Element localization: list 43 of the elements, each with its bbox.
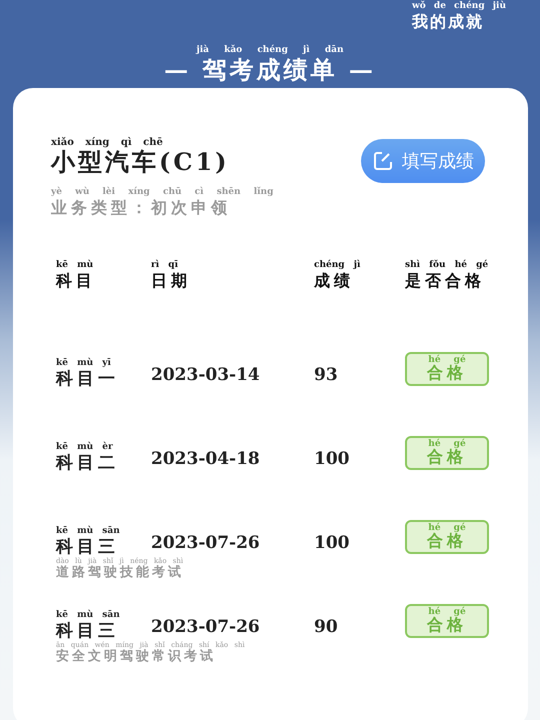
edit-icon: [372, 150, 394, 172]
pinyin-text: chéng jì: [314, 260, 360, 271]
date-cell: 2023-03-14: [151, 365, 260, 386]
pinyin-text: hé gé: [428, 608, 466, 617]
score-cell: 93: [314, 365, 338, 386]
score-cell: 90: [314, 617, 338, 638]
result-label: 合格: [427, 365, 467, 382]
vehicle-title: 小型汽车(C1): [51, 148, 230, 177]
exam-note: 道路驾驶技能考试: [56, 565, 184, 581]
pinyin-text: hé gé: [428, 524, 466, 533]
pinyin-text: jià kǎo chéng jì dān: [196, 46, 344, 56]
date-cell: 2023-07-26: [151, 617, 260, 638]
result-label: 合格: [427, 449, 467, 466]
subject-cell: 科目二: [56, 453, 119, 474]
achievements-link[interactable]: 我的成就: [412, 12, 484, 32]
column-header: 日期: [151, 270, 191, 290]
pinyin-text: yè wù lèi xíng chū cì shēn lǐng: [51, 188, 274, 198]
exam-note: 安全文明驾驶常识考试: [56, 649, 216, 665]
pinyin-text: rì qī: [151, 260, 178, 271]
pinyin-text: kē mù: [56, 260, 94, 271]
pinyin-text: wǒ de chéng jiù: [412, 2, 506, 12]
column-header: 是否合格: [405, 270, 485, 290]
pinyin-text: shì fǒu hé gé: [405, 260, 488, 271]
pinyin-text: hé gé: [428, 440, 466, 449]
result-label: 合格: [427, 617, 467, 634]
column-header: 科目: [56, 270, 96, 290]
business-type: 业务类型：初次申领: [51, 198, 231, 217]
date-cell: 2023-04-18: [151, 449, 260, 470]
column-header: 成绩: [314, 270, 354, 290]
score-cell: 100: [314, 449, 350, 470]
subject-cell-text: 科目三: [56, 621, 119, 642]
pinyin-text: hé gé: [428, 356, 466, 365]
pinyin-text: xiǎo xíng qì chē: [51, 137, 163, 148]
subject-cell: 科目一: [56, 369, 119, 390]
pinyin-text: kē mù sān: [56, 527, 120, 538]
score-cell: 100: [314, 533, 350, 554]
pinyin-text: kē mù sān: [56, 611, 120, 622]
result-label: 合格: [427, 533, 467, 550]
page-title: — 驾考成绩单 —: [164, 56, 376, 85]
date-cell: 2023-07-26: [151, 533, 260, 554]
subject-cell-text: 科目三: [56, 537, 119, 558]
pinyin-text: kē mù èr: [56, 443, 113, 454]
pinyin-text: kē mù yī: [56, 359, 111, 370]
